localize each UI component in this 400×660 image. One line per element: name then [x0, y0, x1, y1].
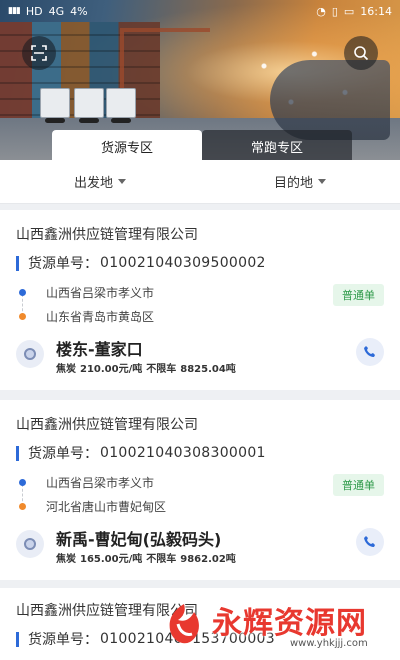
watermark-logo-icon: [169, 604, 199, 644]
scan-icon: [31, 45, 47, 61]
filter-bar: 出发地 目的地: [0, 160, 400, 204]
company-name: 山西鑫洲供应链管理有限公司: [16, 227, 198, 243]
route: 山西省吕梁市孝义市 河北省唐山市曹妃甸区 普通单: [16, 474, 384, 522]
route-title: 楼东-董家口: [56, 340, 143, 359]
origin-dot-icon: [19, 479, 26, 486]
status-left: ▮▮▮ HD 4G 4%: [8, 5, 88, 18]
origin-dot-icon: [19, 289, 26, 296]
cargo-type: 焦炭: [56, 364, 76, 375]
user-icon: [24, 348, 36, 360]
status-right: ◔ ▯ ▭ 16:14: [316, 5, 392, 18]
watermark-text: 永辉资源网: [212, 606, 367, 641]
cargo-details: 焦炭 210.00元/吨 不限车 8825.04吨: [56, 360, 240, 375]
search-button[interactable]: [344, 36, 378, 70]
chevron-down-icon: [118, 179, 126, 184]
origin-place: 山西省吕梁市孝义市: [46, 476, 155, 490]
route-title: 新禹-曹妃甸(弘毅码头): [56, 530, 222, 549]
network-label: 4G: [48, 4, 65, 18]
cargo-card[interactable]: 山西鑫洲供应链管理有限公司 货源单号： 010021040308300001 山…: [0, 400, 400, 580]
hd-label: HD: [25, 4, 43, 18]
banner-truck: [74, 88, 104, 123]
cargo-info: 新禹-曹妃甸(弘毅码头) 焦炭 165.00元/吨 不限车 9862.02吨: [16, 526, 384, 570]
banner-hand: [270, 60, 390, 140]
destination-dot-icon: [19, 503, 26, 510]
banner-truck: [106, 88, 136, 123]
battery-percent: 4%: [70, 4, 88, 18]
order-type-badge: 普通单: [333, 284, 384, 306]
order-accent-bar: [16, 631, 19, 647]
order-label: 货源单号：: [28, 632, 98, 648]
destination-filter[interactable]: 目的地: [200, 160, 400, 203]
order-row: 货源单号： 010021040309500002: [16, 254, 384, 272]
cargo-price: 210.00元/吨: [80, 364, 143, 375]
phone-icon: [364, 346, 375, 357]
order-number: 010021040309500002: [100, 255, 266, 271]
destination-dot-icon: [19, 313, 26, 320]
vehicle-type: 不限车: [146, 364, 177, 375]
origin-filter[interactable]: 出发地: [0, 160, 200, 203]
battery-icon: ▭: [343, 4, 355, 18]
destination-place: 河北省唐山市曹妃甸区: [46, 500, 167, 514]
call-button[interactable]: [356, 338, 384, 366]
chevron-down-icon: [318, 179, 326, 184]
avatar: [16, 530, 44, 558]
origin-filter-label: 出发地: [73, 176, 113, 191]
cargo-card[interactable]: 山西鑫洲供应链管理有限公司 货源单号： 010021040309500002 山…: [0, 210, 400, 390]
order-row: 货源单号： 010021040308300001: [16, 444, 384, 462]
order-accent-bar: [16, 445, 19, 461]
watermark-url: www.yhkjjj.com: [290, 638, 368, 649]
vibrate-icon: ▯: [331, 4, 338, 18]
call-button[interactable]: [356, 528, 384, 556]
cargo-weight: 8825.04吨: [180, 364, 236, 375]
clock: 16:14: [360, 4, 392, 18]
order-accent-bar: [16, 255, 19, 271]
zone-tabs: 货源专区 常跑专区: [52, 130, 352, 162]
order-label: 货源单号：: [28, 446, 98, 462]
signal-icon: ▮▮▮: [8, 6, 21, 16]
cargo-price: 165.00元/吨: [80, 554, 143, 565]
destination-place: 山东省青岛市黄岛区: [46, 310, 155, 324]
destination-filter-label: 目的地: [273, 176, 313, 191]
search-icon: [354, 46, 369, 61]
vehicle-type: 不限车: [146, 554, 177, 565]
watermark: 永辉资源网 www.yhkjjj.com: [160, 596, 396, 654]
cargo-info: 楼东-董家口 焦炭 210.00元/吨 不限车 8825.04吨: [16, 336, 384, 380]
order-label: 货源单号：: [28, 256, 98, 272]
user-icon: [24, 538, 36, 550]
wifi-icon: ◔: [316, 4, 326, 18]
scan-button[interactable]: [22, 36, 56, 70]
banner-truck: [40, 88, 70, 123]
tab-cargo-zone[interactable]: 货源专区: [52, 130, 202, 162]
cargo-details: 焦炭 165.00元/吨 不限车 9862.02吨: [56, 550, 240, 565]
avatar: [16, 340, 44, 368]
order-number: 010021040308300001: [100, 445, 266, 461]
cargo-weight: 9862.02吨: [180, 554, 236, 565]
origin-place: 山西省吕梁市孝义市: [46, 286, 155, 300]
order-type-badge: 普通单: [333, 474, 384, 496]
company-name: 山西鑫洲供应链管理有限公司: [16, 417, 198, 433]
phone-icon: [364, 536, 375, 547]
tab-regular-route-zone[interactable]: 常跑专区: [202, 130, 352, 162]
route: 山西省吕梁市孝义市 山东省青岛市黄岛区 普通单: [16, 284, 384, 332]
cargo-type: 焦炭: [56, 554, 76, 565]
status-bar: ▮▮▮ HD 4G 4% ◔ ▯ ▭ 16:14: [0, 0, 400, 22]
